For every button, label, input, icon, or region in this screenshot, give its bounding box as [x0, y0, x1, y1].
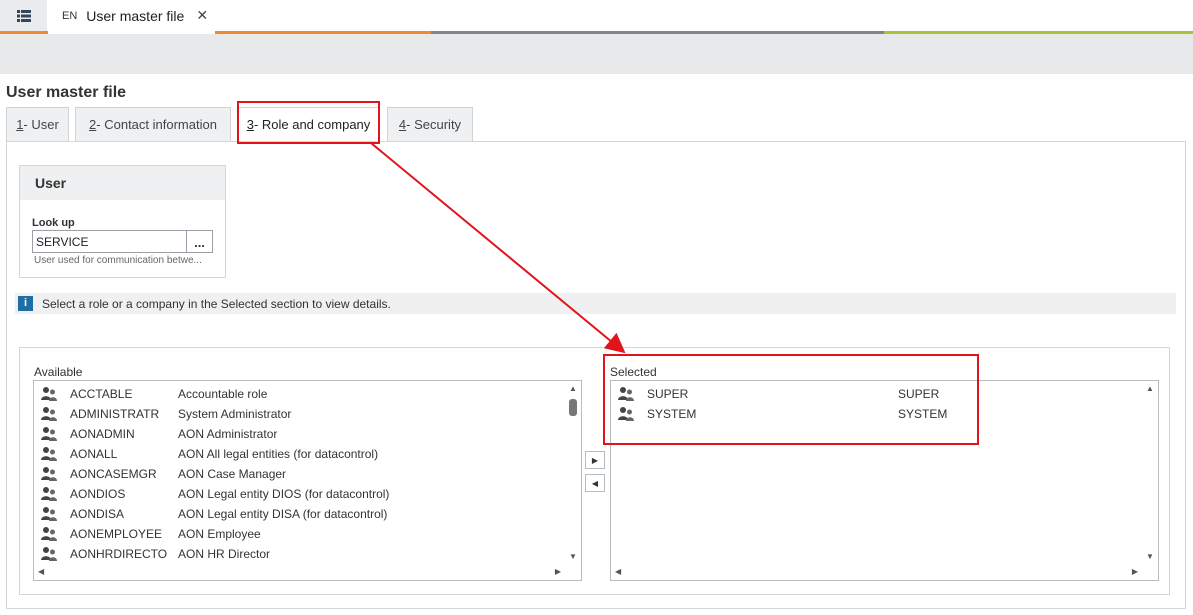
scroll-thumb[interactable] — [569, 399, 577, 416]
close-icon[interactable]: ✕ — [196, 7, 208, 24]
selected-list[interactable]: SUPER SUPER SYSTEM SYSTEM ▲ ▼ ◀ ▶ — [610, 380, 1159, 581]
menu-list-icon — [16, 9, 31, 22]
lookup-help-text: User used for communication betwe... — [34, 255, 202, 266]
user-group-icon — [41, 407, 57, 421]
role-code: ADMINISTRATR — [70, 407, 160, 421]
scroll-down-icon[interactable]: ▼ — [1146, 552, 1154, 561]
chevron-left-icon: ◀ — [591, 478, 599, 488]
available-label: Available — [34, 365, 83, 379]
list-item[interactable]: ADMINISTRATR System Administrator — [41, 404, 561, 424]
info-icon: i — [18, 296, 33, 311]
available-vertical-scrollbar[interactable]: ▲ ▼ — [565, 381, 581, 564]
list-item[interactable]: AONEMPLOYEE AON Employee — [41, 524, 561, 544]
role-code: ACCTABLE — [70, 387, 133, 401]
list-item[interactable]: SYSTEM SYSTEM — [618, 404, 1138, 424]
remove-from-selected-button[interactable]: ◀ — [585, 474, 605, 492]
scroll-right-icon[interactable]: ▶ — [555, 567, 561, 576]
role-description: AON HR Director — [178, 547, 271, 561]
role-description: AON Administrator — [178, 427, 278, 441]
role-code: AONDISA — [70, 507, 125, 521]
list-item[interactable]: AONHRDIRECTO AON HR Director — [41, 544, 561, 564]
role-description: System Administrator — [178, 407, 292, 421]
user-group-icon — [41, 427, 57, 441]
scroll-up-icon[interactable]: ▲ — [569, 384, 577, 393]
scroll-up-icon[interactable]: ▲ — [1146, 384, 1154, 393]
scroll-down-icon[interactable]: ▼ — [569, 552, 577, 561]
language-label: EN — [62, 9, 78, 22]
list-item[interactable]: AONDISA AON Legal entity DISA (for dataco… — [41, 504, 561, 524]
tab-security[interactable]: 4 - Security — [387, 107, 473, 142]
available-list[interactable]: ACCTABLE Accountable role ADMINISTRATR Syst… — [33, 380, 582, 581]
user-group-icon — [41, 487, 57, 501]
lookup-button[interactable]: ... — [187, 230, 213, 253]
user-group-icon — [618, 407, 634, 421]
chevron-right-icon: ▶ — [591, 455, 599, 465]
role-description: Accountable role — [178, 387, 268, 401]
tab-number: 2 — [89, 117, 97, 132]
document-tab[interactable]: EN User master file ✕ — [48, 0, 215, 31]
user-section-header: User — [20, 166, 225, 200]
tab-number: 4 — [398, 117, 407, 132]
role-description: AON All legal entities (for datacontrol) — [178, 447, 379, 461]
tab-number: 1 — [16, 117, 24, 132]
role-code: AONEMPLOYEE — [70, 527, 163, 541]
add-to-selected-button[interactable]: ▶ — [585, 451, 605, 469]
list-item[interactable]: AONCASEMGR AON Case Manager — [41, 464, 561, 484]
user-group-icon — [41, 527, 57, 541]
user-group-icon — [41, 447, 57, 461]
user-group-icon — [41, 507, 57, 521]
tab-role-and-company[interactable]: 3 - Role and company — [237, 107, 380, 142]
selected-label: Selected — [610, 365, 657, 379]
role-code: SYSTEM — [647, 407, 697, 421]
list-item[interactable]: ACCTABLE Accountable role — [41, 384, 561, 404]
user-group-icon — [41, 467, 57, 481]
role-description: AON Case Manager — [178, 467, 287, 481]
tab-label: - User — [23, 117, 59, 132]
scroll-left-icon[interactable]: ◀ — [615, 567, 621, 576]
role-code: AONALL — [70, 447, 118, 461]
menu-button[interactable] — [0, 0, 47, 31]
role-code: AONHRDIRECTO — [70, 547, 168, 561]
document-tab-title: User master file — [86, 7, 185, 24]
role-code: SUPER — [647, 387, 689, 401]
list-item[interactable]: AONALL AON All legal entities (for dataco… — [41, 444, 561, 464]
role-code: AONCASEMGR — [70, 467, 157, 481]
tab-user[interactable]: 1 - User — [6, 107, 69, 142]
role-description: AON Legal entity DIOS (for datacontrol) — [178, 487, 390, 501]
tab-number: 3 — [246, 117, 254, 132]
scroll-left-icon[interactable]: ◀ — [38, 567, 44, 576]
tab-contact-information[interactable]: 2 - Contact information — [75, 107, 231, 142]
selected-horizontal-scrollbar[interactable]: ◀ ▶ — [611, 564, 1142, 580]
available-horizontal-scrollbar[interactable]: ◀ ▶ — [34, 564, 565, 580]
scroll-right-icon[interactable]: ▶ — [1132, 567, 1138, 576]
tab-label: - Security — [406, 117, 462, 132]
lookup-label: Look up — [32, 217, 75, 229]
list-item[interactable]: SUPER SUPER — [618, 384, 1138, 404]
list-item[interactable]: AONADMIN AON Administrator — [41, 424, 561, 444]
tab-label: - Contact information — [96, 117, 217, 132]
info-text: Select a role or a company in the Select… — [42, 297, 391, 311]
role-code: AONDIOS — [70, 487, 126, 501]
selected-vertical-scrollbar[interactable]: ▲ ▼ — [1142, 381, 1158, 564]
user-group-icon — [41, 547, 57, 561]
role-description: SYSTEM — [898, 407, 948, 421]
role-description: AON Employee — [178, 527, 261, 541]
page-title: User master file — [6, 84, 127, 101]
role-code: AONADMIN — [70, 427, 135, 441]
lookup-input[interactable] — [32, 230, 187, 253]
user-group-icon — [618, 387, 634, 401]
tab-label: - Role and company — [253, 117, 371, 132]
toolbar — [0, 34, 1193, 74]
role-description: SUPER — [898, 387, 940, 401]
user-group-icon — [41, 387, 57, 401]
list-item[interactable]: AONDIOS AON Legal entity DIOS (for dataco… — [41, 484, 561, 504]
role-description: AON Legal entity DISA (for datacontrol) — [178, 507, 388, 521]
